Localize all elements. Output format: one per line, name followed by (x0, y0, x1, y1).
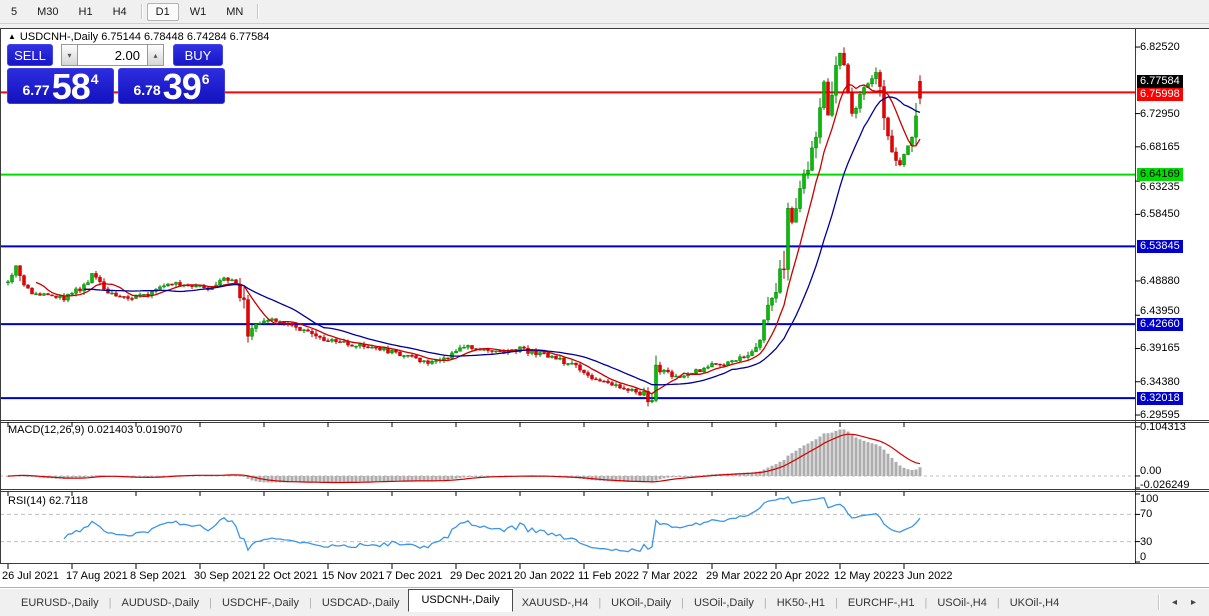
chart-tab-usdchf-daily[interactable]: USDCHF-,Daily (213, 594, 308, 612)
collapse-triangle-icon[interactable]: ▲ (8, 32, 16, 41)
price-tick-6.48880: 6.48880 (1140, 275, 1180, 287)
date-label-13: 20 Apr 2022 (770, 570, 829, 582)
date-label-8: 29 Dec 2021 (450, 570, 512, 582)
price-tick-6.68165: 6.68165 (1140, 141, 1180, 153)
date-label-9: 20 Jan 2022 (514, 570, 575, 582)
buy-price-big: 39 (163, 72, 201, 101)
sell-button[interactable]: SELL (7, 44, 53, 66)
price-tick-6.58450: 6.58450 (1140, 208, 1180, 220)
price-badge-6.75998: 6.75998 (1137, 88, 1183, 101)
date-label-3: 8 Sep 2021 (130, 570, 186, 582)
price-badge-6.42660: 6.42660 (1137, 318, 1183, 331)
trade-controls-row: SELL ▾ ▴ BUY (7, 44, 225, 66)
buy-price-small: 6.78 (133, 83, 160, 97)
chart-tab-eurusd-daily[interactable]: EURUSD-,Daily (12, 594, 108, 612)
scroll-right-icon[interactable]: ▸ (1184, 597, 1203, 608)
chart-tab-usoil-h4[interactable]: USOil-,H4 (928, 594, 996, 612)
buy-button[interactable]: BUY (173, 44, 223, 66)
buy-price-sup: 6 (202, 71, 210, 87)
chart-tabs: EURUSD-,Daily|AUDUSD-,Daily|USDCHF-,Dail… (12, 591, 1068, 614)
date-label-12: 29 Mar 2022 (706, 570, 768, 582)
date-label-7: 7 Dec 2021 (386, 570, 442, 582)
timeframe-button-d1[interactable]: D1 (147, 3, 179, 21)
rsi-tick-30: 30 (1140, 536, 1152, 548)
buy-price-button[interactable]: 6.78396 (118, 68, 225, 104)
date-label-5: 22 Oct 2021 (258, 570, 318, 582)
volume-input[interactable] (77, 44, 148, 66)
chart-tab-audusd-daily[interactable]: AUDUSD-,Daily (112, 594, 208, 612)
macd-tick--0.026249: -0.026249 (1140, 479, 1190, 491)
timeframe-button-h1[interactable]: H1 (70, 3, 102, 21)
volume-decrease-button[interactable]: ▾ (61, 44, 77, 66)
sell-price-sup: 4 (91, 71, 99, 87)
sell-price-big: 58 (52, 72, 90, 101)
date-label-11: 7 Mar 2022 (642, 570, 698, 582)
macd-tick-0.104313: 0.104313 (1140, 421, 1186, 433)
price-tick-6.72950: 6.72950 (1140, 108, 1180, 120)
price-badge-6.77584: 6.77584 (1137, 75, 1183, 88)
date-label-14: 12 May 2022 (834, 570, 898, 582)
chart-title: ▲ USDCNH-,Daily 6.75144 6.78448 6.74284 6… (8, 31, 269, 43)
price-badge-6.32018: 6.32018 (1137, 392, 1183, 405)
date-label-2: 17 Aug 2021 (66, 570, 128, 582)
price-tick-6.34380: 6.34380 (1140, 376, 1180, 388)
date-label-1: 26 Jul 2021 (2, 570, 59, 582)
toolbar-separator (257, 4, 258, 19)
trade-prices-row: 6.77584 6.78396 (7, 68, 225, 104)
timeframe-button-5[interactable]: 5 (2, 3, 26, 21)
timeframe-button-w1[interactable]: W1 (181, 3, 216, 21)
rsi-tick-70: 70 (1140, 508, 1152, 520)
sell-price-button[interactable]: 6.77584 (7, 68, 114, 104)
chart-tab-usdcad-daily[interactable]: USDCAD-,Daily (313, 594, 409, 612)
date-label-10: 11 Feb 2022 (578, 570, 639, 582)
rsi-tick-100: 100 (1140, 493, 1158, 505)
price-tick-6.63235: 6.63235 (1140, 181, 1180, 193)
price-tick-6.39165: 6.39165 (1140, 342, 1180, 354)
chart-tab-bar: EURUSD-,Daily|AUDUSD-,Daily|USDCHF-,Dail… (0, 589, 1209, 616)
chart-tab-hk50-h1[interactable]: HK50-,H1 (768, 594, 834, 612)
chart-title-text: USDCNH-,Daily 6.75144 6.78448 6.74284 6.… (20, 31, 270, 43)
toolbar-separator (141, 4, 142, 19)
chart-tab-xauusd-h4[interactable]: XAUUSD-,H4 (513, 594, 598, 612)
price-tick-6.82520: 6.82520 (1140, 41, 1180, 53)
tab-scroll-arrows: ◂ ▸ (1158, 595, 1209, 610)
triangle-down-icon: ▾ (67, 51, 71, 60)
macd-label: MACD(12,26,9) 0.021403 0.019070 (8, 424, 182, 436)
one-click-trading-panel: SELL ▾ ▴ BUY 6.77584 6.78396 (7, 44, 225, 104)
timeframe-toolbar: 5M30H1H4 D1W1MN (0, 0, 1209, 24)
timeframe-button-h4[interactable]: H4 (104, 3, 136, 21)
timeframe-button-mn[interactable]: MN (217, 3, 252, 21)
date-label-15: 3 Jun 2022 (898, 570, 952, 582)
volume-increase-button[interactable]: ▴ (148, 44, 164, 66)
tab-arrows-separator (1158, 595, 1159, 610)
sell-price-small: 6.77 (22, 83, 49, 97)
price-badge-6.53845: 6.53845 (1137, 240, 1183, 253)
price-badge-6.64169: 6.64169 (1137, 168, 1183, 181)
scroll-left-icon[interactable]: ◂ (1165, 597, 1184, 608)
date-label-6: 15 Nov 2021 (322, 570, 384, 582)
chart-tab-eurchf-h1[interactable]: EURCHF-,H1 (839, 594, 924, 612)
chart-tab-ukoil-daily[interactable]: UKOil-,Daily (602, 594, 680, 612)
chart-tab-usdcnh-daily[interactable]: USDCNH-,Daily (408, 589, 512, 612)
price-tick-6.29595: 6.29595 (1140, 409, 1180, 421)
chart-tab-usoil-daily[interactable]: USOil-,Daily (685, 594, 763, 612)
chart-tab-ukoil-h4[interactable]: UKOil-,H4 (1001, 594, 1069, 612)
triangle-up-icon: ▴ (153, 51, 157, 60)
rsi-label: RSI(14) 62.7118 (8, 495, 88, 507)
price-tick-6.43950: 6.43950 (1140, 305, 1180, 317)
date-label-4: 30 Sep 2021 (194, 570, 256, 582)
timeframe-button-m30[interactable]: M30 (28, 3, 67, 21)
rsi-tick-0: 0 (1140, 551, 1146, 563)
macd-tick-0.00: 0.00 (1140, 465, 1161, 477)
